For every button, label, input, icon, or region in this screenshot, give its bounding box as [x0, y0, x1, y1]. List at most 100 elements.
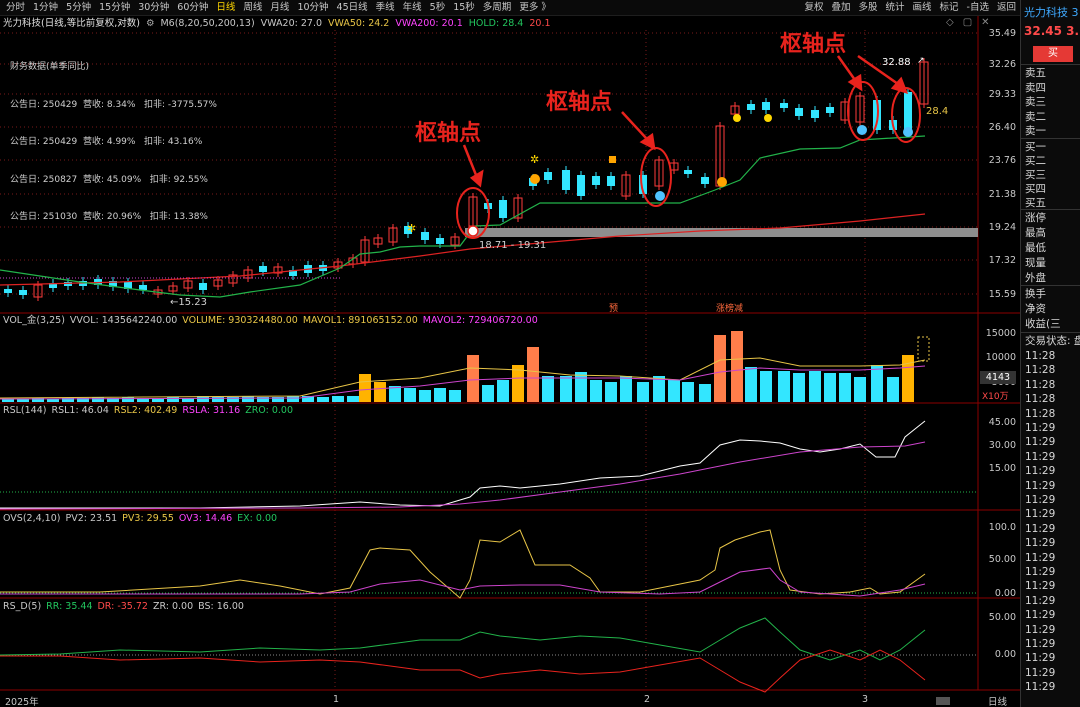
volume-bar: [745, 367, 757, 402]
volume-bar: [668, 380, 680, 402]
quote-row: 11:28: [1025, 378, 1056, 391]
signal-markers: ✲ ✲: [407, 114, 913, 237]
axis-label: 17.32: [988, 255, 1016, 266]
dr-line: [0, 649, 926, 693]
candle-body: [544, 172, 552, 180]
volume-bar: [620, 376, 632, 402]
volume-bar: [527, 347, 539, 402]
quote-row: 11:28: [1025, 393, 1056, 406]
quote-row: 卖五: [1025, 67, 1046, 79]
ovs-header: OVS(2,4,10) PV2: 23.51 PV3: 29.55 OV3: 14.4…: [3, 513, 277, 525]
divider: [1021, 138, 1080, 139]
axis-label: 30.00: [988, 440, 1016, 451]
candle-body: [499, 200, 507, 218]
volume-bar: [359, 374, 371, 402]
ma200-line: [0, 213, 926, 286]
axis-label: 15000: [985, 328, 1016, 339]
indicator-value: VOL_金(3,25): [3, 315, 65, 326]
volume-bar: [699, 384, 711, 402]
axis-label: 19.24: [988, 222, 1016, 233]
indicator-value: RR: 35.44: [46, 601, 93, 612]
volume-bars: [2, 331, 914, 402]
indicator-value: MAVOL1: 891065152.00: [302, 315, 418, 326]
indicator-value: ZR: 0.00: [152, 601, 194, 612]
volume-bar: [17, 399, 29, 402]
pivot-annotation-3: 枢轴点: [780, 32, 847, 57]
quote-row: 最低: [1025, 242, 1046, 254]
volume-bar: [404, 388, 416, 402]
volume-bar: [682, 382, 694, 402]
divider: [1021, 64, 1080, 65]
indicator-value: DR: -35.72: [97, 601, 148, 612]
axis-label: 50.00: [988, 612, 1016, 623]
high-label: 32.88: [882, 57, 911, 68]
volume-bar: [449, 390, 461, 402]
quote-row: 换手: [1025, 288, 1046, 300]
candle-body: [139, 285, 147, 290]
candle-body: [684, 170, 692, 174]
candle-body: [259, 266, 267, 272]
indicator-value: RSL(144): [3, 405, 47, 416]
scroll-thumb[interactable]: [936, 697, 950, 705]
quote-row: 11:29: [1025, 522, 1056, 535]
quote-row: 收益(三: [1025, 318, 1061, 330]
indicator-value: PV3: 29.55: [122, 513, 174, 524]
volume-bar: [317, 397, 329, 402]
candle-body: [607, 176, 615, 186]
quote-row: 11:28: [1025, 364, 1056, 377]
rr-line: [0, 617, 926, 661]
indicator-value: BS: 16.00: [198, 601, 244, 612]
tag-yu: 预: [609, 303, 618, 314]
candle-body: [562, 170, 570, 190]
indicator-value: OVS(2,4,10): [3, 513, 61, 524]
x-axis-year: 2025年: [5, 697, 39, 707]
volume-bar: [122, 397, 134, 402]
volume-bar: [854, 377, 866, 402]
divider: [1021, 209, 1080, 210]
volume-bar: [887, 377, 899, 402]
quote-row: 11:29: [1025, 436, 1056, 449]
volume-bar: [347, 396, 359, 402]
volume-bar: [714, 335, 726, 402]
volume-bar: [287, 396, 299, 402]
axis-label: 100.0: [988, 522, 1016, 533]
indicator-value: OV3: 14.46: [178, 513, 233, 524]
candle-body: [592, 176, 600, 185]
candle-body: [436, 238, 444, 244]
low-label: ←15.23: [170, 297, 207, 308]
quote-row: 交易状态: 盘: [1025, 335, 1080, 347]
candle-body: [780, 103, 788, 108]
quote-row: 11:29: [1025, 450, 1056, 463]
axis-label: 15.00: [988, 463, 1016, 474]
volume-bar: [482, 385, 494, 402]
axis-label: 0.00: [994, 649, 1016, 660]
candle-body: [762, 102, 770, 110]
volume-bar: [242, 396, 254, 402]
candle-body: [199, 283, 207, 290]
axis-label: 10000: [985, 352, 1016, 363]
pivot-annotation-2: 枢轴点: [546, 90, 613, 115]
volume-bar: [419, 390, 431, 402]
quote-row: 11:29: [1025, 580, 1056, 593]
candle-body: [795, 108, 803, 116]
x-axis-period[interactable]: 日线: [988, 694, 1007, 707]
quote-row: 涨停: [1025, 212, 1046, 224]
stock-name: 光力科技 3: [1024, 6, 1079, 19]
candle-body: [811, 110, 819, 118]
volume-bar: [212, 397, 224, 402]
candle-body: [421, 232, 429, 240]
stock-price: 32.45 3.1: [1024, 24, 1080, 38]
candle-body: [19, 290, 27, 295]
volume-bar: [760, 371, 772, 402]
indicator-value: EX: 0.00: [237, 513, 278, 524]
quote-row: 11:29: [1025, 494, 1056, 506]
volume-bar: [542, 376, 554, 402]
indicator-value: PV2: 23.51: [65, 513, 118, 524]
indicator-value: VOLUME: 930324480.00: [182, 315, 298, 326]
indicator-value: ZRO: 0.00: [245, 405, 293, 416]
buy-button[interactable]: 买: [1033, 46, 1073, 62]
indicator-value: RS_D(5): [3, 601, 42, 612]
candle-body: [826, 107, 834, 113]
volume-bar: [902, 355, 914, 402]
volume-bar: [434, 388, 446, 402]
